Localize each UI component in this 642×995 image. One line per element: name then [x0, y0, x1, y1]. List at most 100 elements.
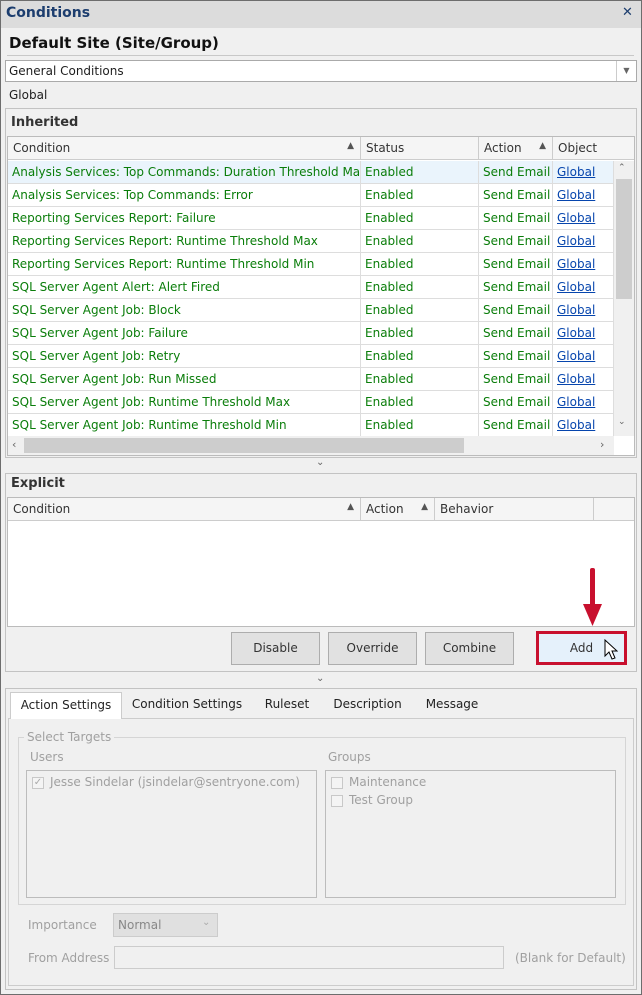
select-targets-label: Select Targets — [24, 730, 115, 744]
tab-description[interactable]: Description — [324, 692, 411, 718]
cell-condition: SQL Server Agent Job: Runtime Threshold … — [8, 414, 361, 437]
table-row[interactable]: SQL Server Agent Job: Failure Enabled Send… — [8, 322, 614, 345]
column-header-action[interactable]: Action ▲ — [361, 498, 435, 521]
tab-ruleset[interactable]: Ruleset — [252, 692, 322, 718]
scroll-thumb[interactable] — [616, 179, 632, 299]
cell-status: Enabled — [361, 345, 479, 368]
cell-text: Send Email — [483, 280, 551, 294]
chevron-down-icon: ⌄ — [202, 917, 211, 928]
group-item[interactable]: Maintenance — [331, 775, 426, 789]
combine-button[interactable]: Combine — [425, 632, 514, 665]
column-header-condition[interactable]: Condition ▲ — [8, 498, 361, 521]
cell-object[interactable]: Global — [553, 207, 614, 230]
mouse-cursor-icon — [604, 639, 618, 660]
column-header-status[interactable]: Status — [361, 137, 479, 160]
cell-status: Enabled — [361, 184, 479, 207]
table-row[interactable]: Reporting Services Report: Runtime Thres… — [8, 253, 614, 276]
object-link[interactable]: Global — [557, 234, 595, 248]
object-link[interactable]: Global — [557, 188, 595, 202]
scroll-right-icon[interactable]: › — [600, 438, 604, 451]
tab-condition-settings[interactable]: Condition Settings — [124, 692, 250, 718]
checkbox-icon[interactable] — [331, 794, 343, 807]
chevron-down-icon[interactable]: ▼ — [616, 61, 636, 81]
horizontal-scrollbar[interactable]: ‹ › — [8, 436, 614, 455]
table-row[interactable]: SQL Server Agent Job: Retry Enabled Send E… — [8, 345, 614, 368]
users-list[interactable]: ✓ Jesse Sindelar (jsindelar@sentryone.com… — [26, 770, 317, 898]
column-header-object[interactable]: Object — [553, 137, 634, 160]
tab-message[interactable]: Message — [412, 692, 492, 718]
scroll-up-icon[interactable]: ⌃ — [618, 163, 626, 173]
cell-text: SQL Server Agent Job: Retry — [12, 349, 181, 363]
object-link[interactable]: Global — [557, 372, 595, 386]
user-item[interactable]: ✓ Jesse Sindelar (jsindelar@sentryone.com… — [32, 775, 300, 789]
table-row[interactable]: Reporting Services Report: Runtime Thres… — [8, 230, 614, 253]
group-item[interactable]: Test Group — [331, 793, 413, 807]
cell-object[interactable]: Global — [553, 299, 614, 322]
inherited-grid: Condition ▲ Status Action ▲ Object Analysi… — [7, 136, 635, 456]
from-address-input[interactable] — [114, 946, 504, 969]
cell-status: Enabled — [361, 276, 479, 299]
header-label: Action — [484, 141, 522, 155]
table-row[interactable]: SQL Server Agent Job: Block Enabled Send E… — [8, 299, 614, 322]
cell-text: Analysis Services: Top Commands: Error — [12, 188, 253, 202]
cell-object[interactable]: Global — [553, 253, 614, 276]
scroll-left-icon[interactable]: ‹ — [12, 438, 16, 451]
column-header-behavior[interactable]: Behavior — [435, 498, 594, 521]
column-header-condition[interactable]: Condition ▲ — [8, 137, 361, 160]
object-link[interactable]: Global — [557, 165, 595, 179]
cell-object[interactable]: Global — [553, 230, 614, 253]
cell-text: Enabled — [365, 418, 414, 432]
cell-object[interactable]: Global — [553, 322, 614, 345]
cell-object[interactable]: Global — [553, 368, 614, 391]
override-button[interactable]: Override — [328, 632, 417, 665]
cell-condition: Analysis Services: Top Commands: Duratio… — [8, 161, 361, 184]
tab-action-settings[interactable]: Action Settings — [10, 692, 122, 719]
object-link[interactable]: Global — [557, 303, 595, 317]
close-icon[interactable]: ✕ — [622, 5, 633, 20]
table-row[interactable]: SQL Server Agent Alert: Alert Fired Enabl… — [8, 276, 614, 299]
cell-object[interactable]: Global — [553, 276, 614, 299]
cell-text: Enabled — [365, 188, 414, 202]
cell-action: Send Email — [479, 276, 553, 299]
object-link[interactable]: Global — [557, 280, 595, 294]
cell-text: Send Email — [483, 418, 551, 432]
disable-button[interactable]: Disable — [231, 632, 320, 665]
scroll-thumb[interactable] — [24, 438, 464, 453]
table-row[interactable]: Analysis Services: Top Commands: Duratio… — [8, 161, 614, 184]
table-row[interactable]: SQL Server Agent Job: Runtime Threshold … — [8, 391, 614, 414]
cell-text: SQL Server Agent Job: Failure — [12, 326, 188, 340]
scroll-down-icon[interactable]: ⌄ — [618, 417, 626, 427]
cell-condition: Reporting Services Report: Runtime Thres… — [8, 253, 361, 276]
cell-text: Enabled — [365, 349, 414, 363]
cell-text: Enabled — [365, 211, 414, 225]
cell-object[interactable]: Global — [553, 345, 614, 368]
checkbox-icon[interactable] — [331, 776, 343, 789]
object-link[interactable]: Global — [557, 395, 595, 409]
column-header-action[interactable]: Action ▲ — [479, 137, 553, 160]
groups-list[interactable]: Maintenance Test Group — [325, 770, 616, 898]
cell-object[interactable]: Global — [553, 391, 614, 414]
table-row[interactable]: Reporting Services Report: Failure Enable… — [8, 207, 614, 230]
splitter-chevron-icon[interactable]: ⌄ — [316, 457, 324, 468]
splitter-chevron-icon[interactable]: ⌄ — [316, 673, 324, 684]
from-address-hint: (Blank for Default) — [515, 951, 626, 965]
cell-status: Enabled — [361, 207, 479, 230]
object-link[interactable]: Global — [557, 257, 595, 271]
vertical-scrollbar[interactable]: ⌃ ⌄ — [614, 161, 634, 436]
cell-object[interactable]: Global — [553, 184, 614, 207]
condition-type-dropdown[interactable]: General Conditions ▼ — [5, 60, 637, 82]
cell-text: Send Email — [483, 211, 551, 225]
cell-action: Send Email — [479, 184, 553, 207]
object-link[interactable]: Global — [557, 418, 595, 432]
cell-object[interactable]: Global — [553, 414, 614, 437]
checkbox-checked-icon[interactable]: ✓ — [32, 776, 44, 789]
importance-select[interactable]: Normal ⌄ — [113, 913, 218, 937]
cell-object[interactable]: Global — [553, 161, 614, 184]
header-label: Action — [366, 502, 404, 516]
table-row[interactable]: SQL Server Agent Job: Run Missed Enabled S… — [8, 368, 614, 391]
object-link[interactable]: Global — [557, 326, 595, 340]
table-row[interactable]: SQL Server Agent Job: Runtime Threshold … — [8, 414, 614, 437]
object-link[interactable]: Global — [557, 211, 595, 225]
object-link[interactable]: Global — [557, 349, 595, 363]
table-row[interactable]: Analysis Services: Top Commands: Error En… — [8, 184, 614, 207]
